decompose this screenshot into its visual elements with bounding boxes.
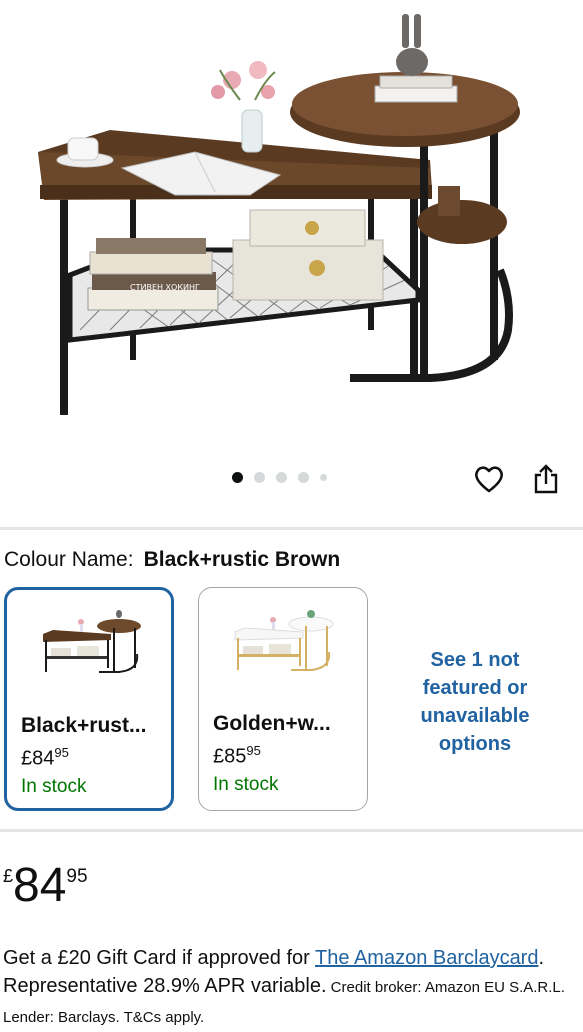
carousel-dot-3[interactable] <box>276 472 287 483</box>
colour-option-golden-white[interactable]: Golden+w... £8595 In stock <box>198 587 368 811</box>
option-stock-status: In stock <box>213 774 279 795</box>
see-more-line: See 1 not <box>430 649 520 671</box>
option-price-whole: 85 <box>224 745 247 768</box>
option-price-currency: £ <box>213 745 225 768</box>
credit-card-offer: Get a £20 Gift Card if approved for The … <box>3 944 578 1032</box>
section-divider <box>0 829 583 832</box>
carousel-dot-2[interactable] <box>254 472 265 483</box>
colour-name-row: Colour Name: Black+rustic Brown <box>4 548 340 572</box>
see-more-line: featured or <box>422 677 528 699</box>
carousel-dot-1[interactable] <box>232 472 243 483</box>
section-divider <box>0 527 583 530</box>
heart-icon <box>475 466 503 493</box>
price-whole: 84 <box>13 859 67 912</box>
see-more-line: options <box>438 733 512 755</box>
book-spine-label: СТИВЕН ХОКИНГ <box>130 283 200 292</box>
colour-name-label: Colour Name: <box>4 548 134 571</box>
carousel-dot-4[interactable] <box>298 472 309 483</box>
option-price: £8595 <box>213 743 261 769</box>
colour-name-value: Black+rustic Brown <box>143 548 341 571</box>
option-price-fraction: 95 <box>54 745 69 760</box>
share-icon <box>534 464 558 494</box>
see-unavailable-options-link[interactable]: See 1 not featured or unavailable option… <box>400 646 550 758</box>
option-thumbnail <box>43 610 141 673</box>
share-button[interactable] <box>529 462 563 496</box>
barclaycard-link[interactable]: The Amazon Barclaycard <box>315 947 538 969</box>
option-price-currency: £ <box>21 747 33 770</box>
option-price: £8495 <box>21 745 69 771</box>
option-thumbnail <box>234 610 334 671</box>
option-price-whole: 84 <box>32 747 55 770</box>
image-carousel-dots[interactable] <box>232 472 327 483</box>
price-fraction: 95 <box>66 866 88 887</box>
offer-text: Get a £20 Gift Card if approved for <box>3 947 316 969</box>
wishlist-button[interactable] <box>472 462 506 496</box>
option-name: Black+rust... <box>21 714 147 737</box>
option-stock-status: In stock <box>21 776 87 797</box>
carousel-dot-5[interactable] <box>320 474 327 481</box>
colour-option-black-rustic[interactable]: Black+rust... £8495 In stock <box>4 587 174 811</box>
option-name: Golden+w... <box>213 712 331 735</box>
product-image: СТИВЕН ХОКИНГ <box>38 14 520 415</box>
option-price-fraction: 95 <box>246 743 261 758</box>
product-image-gallery[interactable]: СТИВЕН ХОКИНГ <box>0 0 583 450</box>
price-currency: £ <box>3 866 14 886</box>
see-more-line: unavailable <box>420 705 530 727</box>
product-price: £8495 <box>3 858 88 913</box>
